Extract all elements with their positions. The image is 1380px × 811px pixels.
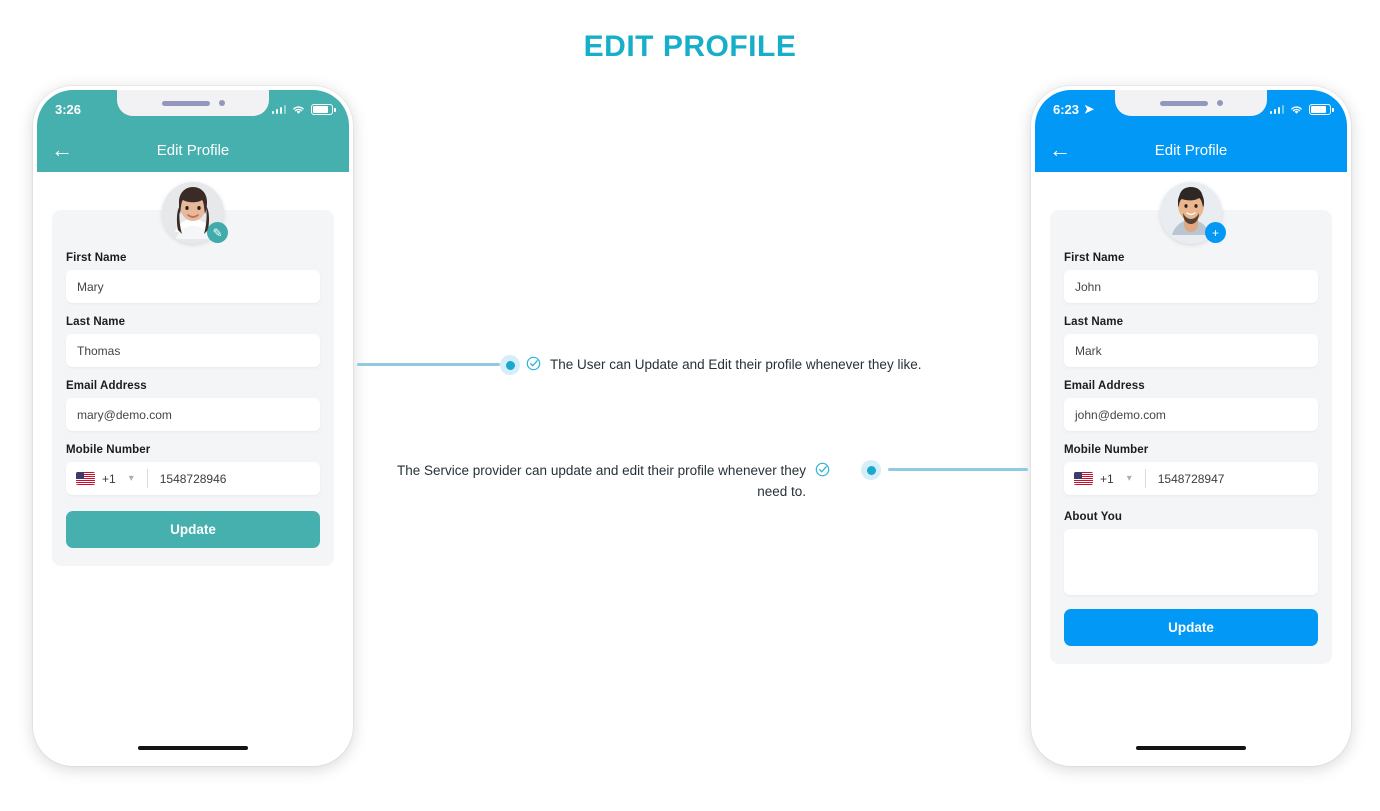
back-arrow-icon[interactable]: ← bbox=[51, 139, 77, 161]
battery-icon bbox=[311, 103, 336, 115]
notch bbox=[117, 90, 269, 116]
email-address-input[interactable]: mary@demo.com bbox=[66, 398, 320, 431]
phone-mockup-provider: 6:23 ➤ ← Edit Profile First Name John La… bbox=[1031, 86, 1351, 766]
avatar-container[interactable]: ✎ bbox=[162, 182, 228, 244]
status-bar: 6:23 ➤ bbox=[1035, 90, 1347, 128]
app-bar-title: Edit Profile bbox=[1154, 141, 1228, 159]
annotation-user-text: The User can Update and Edit their profi… bbox=[550, 357, 922, 372]
location-arrow-icon: ➤ bbox=[1084, 102, 1095, 116]
connector-line-provider bbox=[888, 468, 1028, 471]
phone-screen: 3:26 ← Edit Profile First Name Mary Last… bbox=[37, 90, 349, 762]
connector-dot-user bbox=[500, 355, 520, 375]
annotation-provider: The Service provider can update and edit… bbox=[390, 461, 830, 503]
status-time: 6:23 bbox=[1053, 101, 1080, 117]
page-title: EDIT PROFILE bbox=[583, 30, 797, 63]
first-name-input[interactable]: Mary bbox=[66, 270, 320, 303]
first-name-label: First Name bbox=[1064, 252, 1125, 264]
update-button[interactable]: Update bbox=[1064, 609, 1318, 646]
home-indicator bbox=[1136, 746, 1246, 750]
status-bar: 3:26 bbox=[37, 90, 349, 128]
signal-icon bbox=[1269, 104, 1284, 114]
app-bar-title: Edit Profile bbox=[156, 141, 230, 159]
annotation-provider-text: The Service provider can update and edit… bbox=[397, 463, 806, 499]
wifi-icon bbox=[1291, 105, 1302, 114]
app-content: First Name John Last Name Mark Email Add… bbox=[1035, 172, 1347, 762]
country-code[interactable]: +1 bbox=[1100, 472, 1114, 486]
wifi-icon bbox=[293, 105, 304, 114]
annotation-user: The User can Update and Edit their profi… bbox=[526, 355, 956, 376]
speaker-grille-icon bbox=[1159, 100, 1208, 106]
signal-icon bbox=[271, 104, 286, 114]
app-bar: ← Edit Profile bbox=[37, 128, 349, 172]
divider bbox=[1144, 469, 1146, 488]
us-flag-icon bbox=[1074, 472, 1093, 485]
front-camera-icon bbox=[1216, 100, 1223, 106]
mobile-number-input[interactable]: 1548728946 bbox=[160, 472, 227, 486]
connector-dot-provider bbox=[861, 460, 881, 480]
avatar-container[interactable]: + bbox=[1160, 182, 1226, 244]
last-name-label: Last Name bbox=[66, 316, 126, 328]
phone-mockup-user: 3:26 ← Edit Profile First Name Mary Last… bbox=[33, 86, 353, 766]
first-name-label: First Name bbox=[66, 252, 127, 264]
app-content: First Name Mary Last Name Thomas Email A… bbox=[37, 172, 349, 762]
notch bbox=[1115, 90, 1267, 116]
profile-form-card: First Name Mary Last Name Thomas Email A… bbox=[52, 210, 334, 566]
battery-icon bbox=[1309, 103, 1334, 115]
last-name-label: Last Name bbox=[1064, 316, 1124, 328]
check-circle-icon bbox=[526, 356, 541, 371]
home-indicator bbox=[138, 746, 248, 750]
about-you-input[interactable] bbox=[1064, 529, 1318, 595]
pencil-icon[interactable]: ✎ bbox=[207, 222, 228, 243]
mobile-number-input[interactable]: 1548728947 bbox=[1158, 472, 1225, 486]
update-button[interactable]: Update bbox=[66, 511, 320, 548]
first-name-input[interactable]: John bbox=[1064, 270, 1318, 303]
phone-screen: 6:23 ➤ ← Edit Profile First Name John La… bbox=[1035, 90, 1347, 762]
last-name-input[interactable]: Thomas bbox=[66, 334, 320, 367]
last-name-input[interactable]: Mark bbox=[1064, 334, 1318, 367]
email-address-label: Email Address bbox=[1064, 380, 1145, 392]
chevron-down-icon[interactable]: ▾ bbox=[1127, 473, 1132, 484]
mobile-number-row: +1 ▾ 1548728946 bbox=[66, 462, 320, 495]
status-time: 3:26 bbox=[55, 101, 82, 117]
mobile-number-row: +1 ▾ 1548728947 bbox=[1064, 462, 1318, 495]
mobile-number-label: Mobile Number bbox=[1064, 444, 1149, 456]
speaker-grille-icon bbox=[161, 100, 210, 106]
us-flag-icon bbox=[76, 472, 95, 485]
plus-icon[interactable]: + bbox=[1205, 222, 1226, 243]
email-address-input[interactable]: john@demo.com bbox=[1064, 398, 1318, 431]
about-you-label: About You bbox=[1064, 511, 1122, 523]
back-arrow-icon[interactable]: ← bbox=[1049, 139, 1075, 161]
front-camera-icon bbox=[218, 100, 225, 106]
divider bbox=[146, 469, 148, 488]
mobile-number-label: Mobile Number bbox=[66, 444, 151, 456]
email-address-label: Email Address bbox=[66, 380, 147, 392]
connector-line-user bbox=[357, 363, 500, 366]
app-bar: ← Edit Profile bbox=[1035, 128, 1347, 172]
screenshot-root: EDIT PROFILE 3:26 ← Edit Profile First N… bbox=[0, 0, 1380, 811]
country-code[interactable]: +1 bbox=[102, 472, 116, 486]
check-circle-icon bbox=[815, 462, 830, 477]
chevron-down-icon[interactable]: ▾ bbox=[129, 473, 134, 484]
profile-form-card: First Name John Last Name Mark Email Add… bbox=[1050, 210, 1332, 664]
